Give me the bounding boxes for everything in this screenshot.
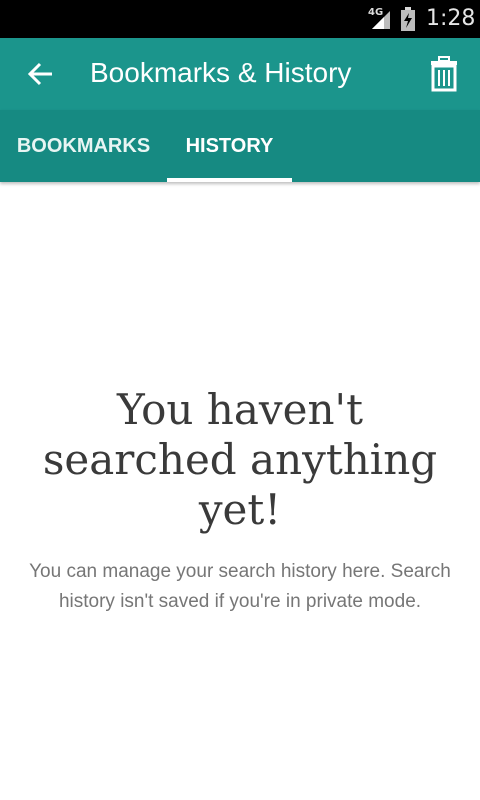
clock: 1:28	[426, 6, 476, 31]
tab-bookmarks[interactable]: BOOKMARKS	[0, 110, 167, 182]
page-title: Bookmarks & History	[90, 57, 352, 88]
back-button[interactable]	[20, 52, 64, 96]
empty-state-description: You can manage your search history here.…	[29, 561, 451, 612]
delete-history-button[interactable]	[422, 52, 466, 96]
empty-state: You haven't searched anything yet! You c…	[0, 385, 480, 617]
status-bar: 4G 1:28	[0, 0, 480, 38]
back-arrow-icon	[27, 62, 52, 86]
signal-icon	[372, 11, 390, 29]
battery-icon	[401, 7, 415, 31]
tab-history[interactable]: HISTORY	[167, 110, 292, 182]
empty-state-title: You haven't searched anything yet!	[42, 385, 438, 534]
tab-bar: BOOKMARKS HISTORY	[0, 110, 480, 182]
app-bar: Bookmarks & History	[0, 38, 480, 110]
selected-tab-indicator	[167, 178, 292, 182]
trash-icon	[431, 56, 457, 92]
